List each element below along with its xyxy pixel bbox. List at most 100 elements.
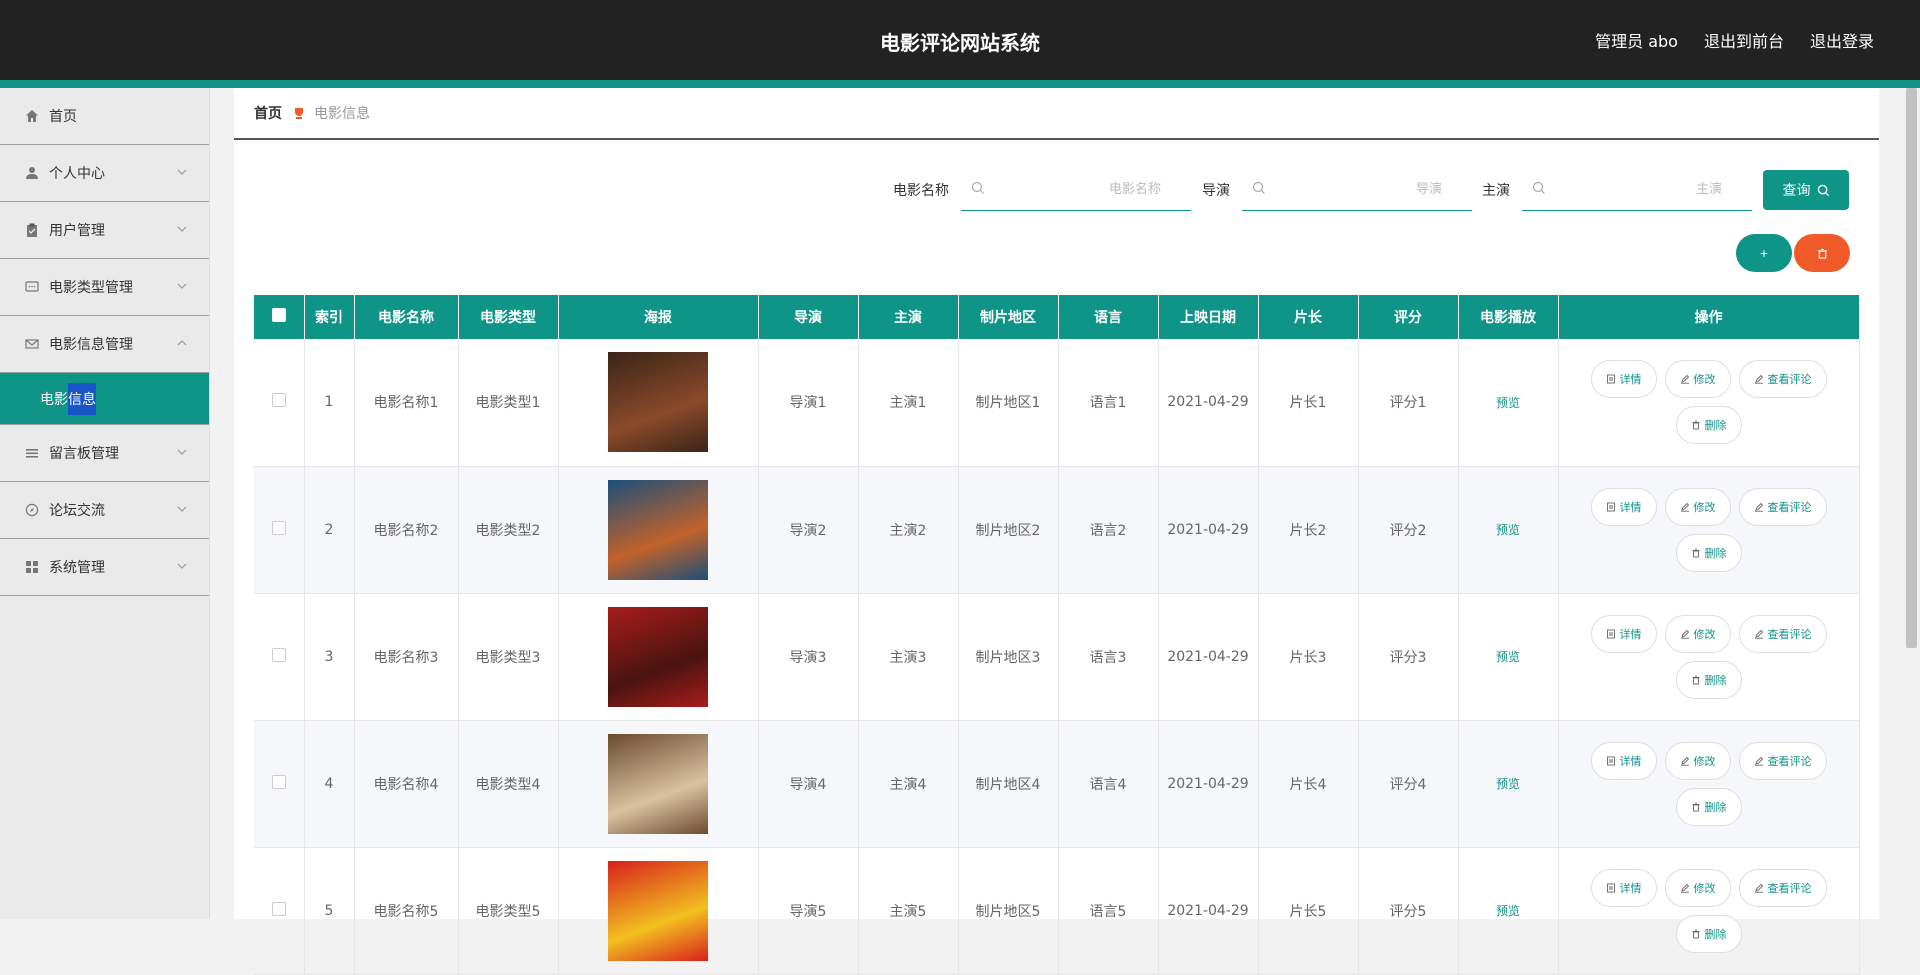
edit-button[interactable]: 修改	[1664, 868, 1731, 907]
col-length[interactable]: 片长	[1258, 295, 1359, 339]
col-score[interactable]: 评分	[1358, 295, 1459, 339]
movie-poster-image[interactable]	[608, 479, 708, 580]
col-actor[interactable]: 主演	[858, 295, 959, 339]
sidebar-item-system-management[interactable]: 系统管理	[0, 539, 209, 596]
document-icon	[1606, 883, 1615, 892]
row-checkbox[interactable]	[271, 520, 286, 535]
table-row: 2 电影名称2 电影类型2 导演2 主演2 制片地区2 语言2 2021-04-29 片长2 评分…	[254, 466, 1860, 594]
select-all-checkbox[interactable]	[271, 308, 286, 322]
sidebar-item-forum[interactable]: 论坛交流	[0, 482, 209, 539]
delete-button[interactable]: 删除	[1675, 660, 1742, 699]
delete-button[interactable]: 删除	[1675, 406, 1742, 445]
detail-button[interactable]: 详情	[1590, 741, 1657, 780]
edit-button[interactable]: 修改	[1664, 487, 1731, 526]
pencil-icon	[1680, 756, 1689, 766]
sidebar-item-home[interactable]: 首页	[0, 88, 209, 145]
submenu-label-prefix: 电影	[40, 391, 68, 408]
col-release-date[interactable]: 上映日期	[1158, 295, 1259, 339]
logout-link[interactable]: 退出登录	[1810, 28, 1874, 52]
sidebar-item-personal-center[interactable]: 个人中心	[0, 145, 209, 202]
user-icon	[24, 165, 40, 181]
col-index[interactable]: 索引	[304, 295, 355, 339]
col-play[interactable]: 电影播放	[1458, 295, 1559, 339]
page-scrollbar[interactable]	[1903, 88, 1920, 919]
scrollbar-thumb[interactable]	[1906, 88, 1917, 648]
pencil-icon	[1754, 756, 1763, 766]
delete-button[interactable]: 删除	[1675, 914, 1742, 953]
movie-poster-image[interactable]	[608, 733, 708, 834]
add-button[interactable]: +	[1736, 234, 1792, 272]
view-comments-button[interactable]: 查看评论	[1738, 614, 1827, 653]
view-comments-button[interactable]: 查看评论	[1738, 741, 1827, 780]
col-region[interactable]: 制片地区	[958, 295, 1059, 339]
query-button[interactable]: 查询	[1763, 170, 1849, 210]
detail-button[interactable]: 详情	[1590, 360, 1657, 399]
add-button-label: +	[1759, 245, 1769, 261]
chat-icon	[24, 279, 40, 295]
preview-link[interactable]: 预览	[1496, 396, 1520, 410]
edit-button[interactable]: 修改	[1664, 741, 1731, 780]
movie-poster-image[interactable]	[608, 352, 708, 453]
document-icon	[1606, 629, 1615, 638]
col-name[interactable]: 电影名称	[354, 295, 459, 339]
cell-length: 片长4	[1258, 720, 1359, 848]
preview-link[interactable]: 预览	[1496, 777, 1520, 791]
query-button-label: 查询	[1782, 183, 1811, 199]
sidebar-item-message-board[interactable]: 留言板管理	[0, 425, 209, 482]
row-checkbox[interactable]	[271, 901, 286, 916]
breadcrumb-home[interactable]: 首页	[254, 103, 282, 123]
delete-button[interactable]: 删除	[1675, 787, 1742, 826]
view-comments-button[interactable]: 查看评论	[1738, 360, 1827, 399]
chevron-down-icon	[177, 283, 187, 289]
actions-cell: 详情 修改 查看评论删除	[1558, 720, 1860, 848]
movie-poster-image[interactable]	[608, 606, 708, 707]
admin-user-label[interactable]: 管理员 abo	[1595, 28, 1678, 52]
preview-link[interactable]: 预览	[1496, 904, 1520, 918]
poster-cell	[558, 720, 759, 848]
delete-button-label: 删除	[1704, 546, 1727, 560]
cell-date: 2021-04-29	[1158, 466, 1259, 594]
sidebar-subitem-movie-info[interactable]: 电影 信息	[0, 373, 209, 425]
trash-icon	[1692, 421, 1699, 430]
sidebar-item-user-management[interactable]: 用户管理	[0, 202, 209, 259]
header-accent-bar	[0, 80, 1920, 88]
edit-button[interactable]: 修改	[1664, 614, 1731, 653]
row-checkbox[interactable]	[271, 774, 286, 789]
col-director[interactable]: 导演	[758, 295, 859, 339]
cell-language: 语言1	[1058, 339, 1159, 467]
sidebar-item-movie-type-management[interactable]: 电影类型管理	[0, 259, 209, 316]
sidebar-item-movie-info-management[interactable]: 电影信息管理	[0, 316, 209, 373]
col-poster[interactable]: 海报	[558, 295, 759, 339]
row-checkbox[interactable]	[271, 647, 286, 662]
col-type[interactable]: 电影类型	[458, 295, 559, 339]
preview-link[interactable]: 预览	[1496, 650, 1520, 664]
edit-button-label: 修改	[1693, 500, 1716, 514]
view-comments-button[interactable]: 查看评论	[1738, 487, 1827, 526]
grid-icon	[24, 559, 40, 575]
search-actor-input[interactable]	[1522, 169, 1752, 209]
search-name-input[interactable]	[961, 169, 1191, 209]
row-select-cell	[254, 847, 305, 975]
search-director-input[interactable]	[1242, 169, 1472, 209]
movie-table-wrap: 索引 电影名称 电影类型 海报 导演 主演 制片地区 语言 上映日期 片长 评分…	[254, 295, 1860, 975]
row-checkbox[interactable]	[271, 393, 286, 408]
document-icon	[1606, 374, 1615, 384]
delete-button[interactable]: 删除	[1675, 533, 1742, 572]
breadcrumb: 首页 电影信息	[234, 88, 1879, 140]
view-comments-button[interactable]: 查看评论	[1738, 868, 1827, 907]
cell-type: 电影类型3	[458, 593, 559, 721]
sidebar-item-label: 用户管理	[49, 223, 105, 239]
col-language[interactable]: 语言	[1058, 295, 1159, 339]
table-row: 4 电影名称4 电影类型4 导演4 主演4 制片地区4 语言4 2021-04-29 片长4 评分…	[254, 720, 1860, 848]
cell-language: 语言2	[1058, 466, 1159, 594]
preview-link[interactable]: 预览	[1496, 523, 1520, 537]
detail-button[interactable]: 详情	[1590, 614, 1657, 653]
exit-to-front-link[interactable]: 退出到前台	[1704, 28, 1784, 52]
edit-button[interactable]: 修改	[1664, 360, 1731, 399]
cell-type: 电影类型4	[458, 720, 559, 848]
detail-button[interactable]: 详情	[1590, 487, 1657, 526]
movie-poster-image[interactable]	[608, 860, 708, 961]
batch-delete-button[interactable]	[1794, 234, 1850, 272]
sidebar-item-label: 首页	[49, 109, 77, 125]
detail-button[interactable]: 详情	[1590, 868, 1657, 907]
